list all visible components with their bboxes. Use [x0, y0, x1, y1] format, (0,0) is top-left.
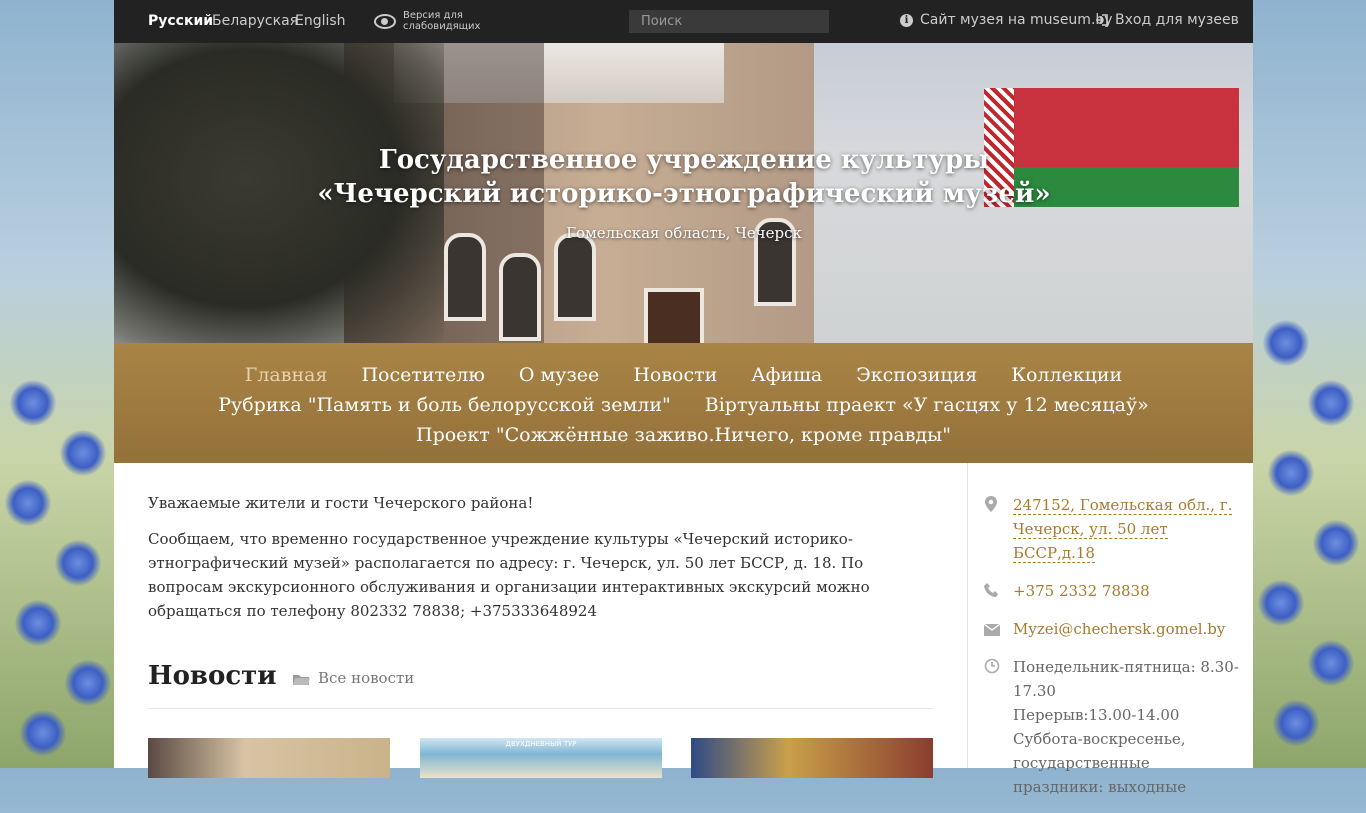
- news-title: Новости: [148, 661, 277, 691]
- all-news-link[interactable]: Все новости: [292, 669, 414, 687]
- sign-in-icon: [1095, 14, 1108, 26]
- news-thumbnail[interactable]: [691, 738, 933, 778]
- news-header: Новости Все новости: [148, 661, 933, 709]
- low-vision-toggle[interactable]: Версия для слабовидящих: [374, 10, 493, 32]
- low-vision-label: Версия для слабовидящих: [403, 10, 481, 32]
- contact-address: 247152, Гомельская обл., г. Чечерск, ул.…: [984, 493, 1244, 565]
- contacts-sidebar: 247152, Гомельская обл., г. Чечерск, ул.…: [983, 493, 1244, 813]
- clock-icon: [984, 657, 1000, 674]
- nav-item-about[interactable]: О музее: [519, 360, 599, 390]
- envelope-icon: [983, 619, 1001, 636]
- folder-icon: [292, 672, 311, 685]
- background-flowers-left: [0, 0, 114, 768]
- email-link[interactable]: Myzei@chechersk.gomel.by: [1013, 620, 1225, 638]
- address-link[interactable]: 247152, Гомельская обл., г. Чечерск, ул.…: [1013, 496, 1233, 563]
- nav-item-visitor[interactable]: Посетителю: [361, 360, 484, 390]
- lang-english[interactable]: English: [295, 13, 346, 29]
- phone-link[interactable]: +375 2332 78838: [1013, 582, 1150, 600]
- main-column: Уважаемые жители и гости Чечерского райо…: [148, 491, 933, 623]
- museum-site-link[interactable]: i Сайт музея на museum.by: [900, 12, 1113, 28]
- nav-item-collections[interactable]: Коллекции: [1011, 360, 1122, 390]
- news-thumbnail[interactable]: ДВУХДНЕВНЫЙ ТУР: [420, 738, 662, 778]
- lang-belarusian[interactable]: Беларуская: [212, 13, 298, 29]
- greeting-text: Уважаемые жители и гости Чечерского райо…: [148, 494, 534, 512]
- news-thumbnail[interactable]: [148, 738, 390, 778]
- nav-item-home[interactable]: Главная: [245, 360, 328, 390]
- contact-phone: +375 2332 78838: [984, 579, 1244, 603]
- notice-text: Сообщаем, что временно государственное у…: [148, 530, 870, 620]
- contact-email: Myzei@chechersk.gomel.by: [983, 617, 1244, 641]
- content-area: Уважаемые жители и гости Чечерского райо…: [114, 463, 1253, 796]
- museum-login-link[interactable]: Вход для музеев: [1095, 12, 1239, 28]
- lang-russian[interactable]: Русский: [148, 13, 213, 29]
- opening-hours: Понедельник-пятница: 8.30-17.30 Перерыв:…: [1013, 658, 1239, 796]
- hero-banner: Государственное учреждение культуры «Чеч…: [114, 43, 1253, 343]
- news-thumbnail-caption: ДВУХДНЕВНЫЙ ТУР: [505, 740, 577, 748]
- map-marker-icon: [984, 495, 1000, 512]
- search-input[interactable]: [629, 10, 829, 33]
- nav-item-virtual-project[interactable]: Віртуальны праект «У гасцях у 12 месяцаў…: [705, 390, 1149, 420]
- phone-icon: [984, 581, 1000, 597]
- all-news-label: Все новости: [318, 669, 415, 687]
- site-title: Государственное учреждение культуры «Чеч…: [317, 145, 1051, 209]
- nav-item-news[interactable]: Новости: [633, 360, 717, 390]
- info-icon: i: [900, 13, 913, 27]
- background-flowers-right: [1253, 0, 1366, 768]
- top-bar: Русский Беларуская English Версия для сл…: [114, 0, 1253, 43]
- museum-site-label: Сайт музея на museum.by: [920, 12, 1113, 28]
- nav-item-events[interactable]: Афиша: [751, 360, 822, 390]
- eye-icon: [374, 13, 396, 29]
- site-subtitle: Гомельская область, Чечерск: [566, 224, 802, 242]
- nav-item-burned-alive-project[interactable]: Проект "Сожжённые заживо.Ничего, кроме п…: [416, 420, 951, 450]
- page-container: Русский Беларуская English Версия для сл…: [114, 0, 1253, 796]
- nav-item-memory-rubric[interactable]: Рубрика "Память и боль белорусской земли…: [218, 390, 671, 420]
- museum-login-label: Вход для музеев: [1115, 12, 1239, 28]
- contact-hours: Понедельник-пятница: 8.30-17.30 Перерыв:…: [984, 655, 1244, 799]
- column-divider: [967, 463, 968, 768]
- nav-item-exposition[interactable]: Экспозиция: [856, 360, 977, 390]
- main-nav: Главная Посетителю О музее Новости Афиша…: [114, 343, 1253, 463]
